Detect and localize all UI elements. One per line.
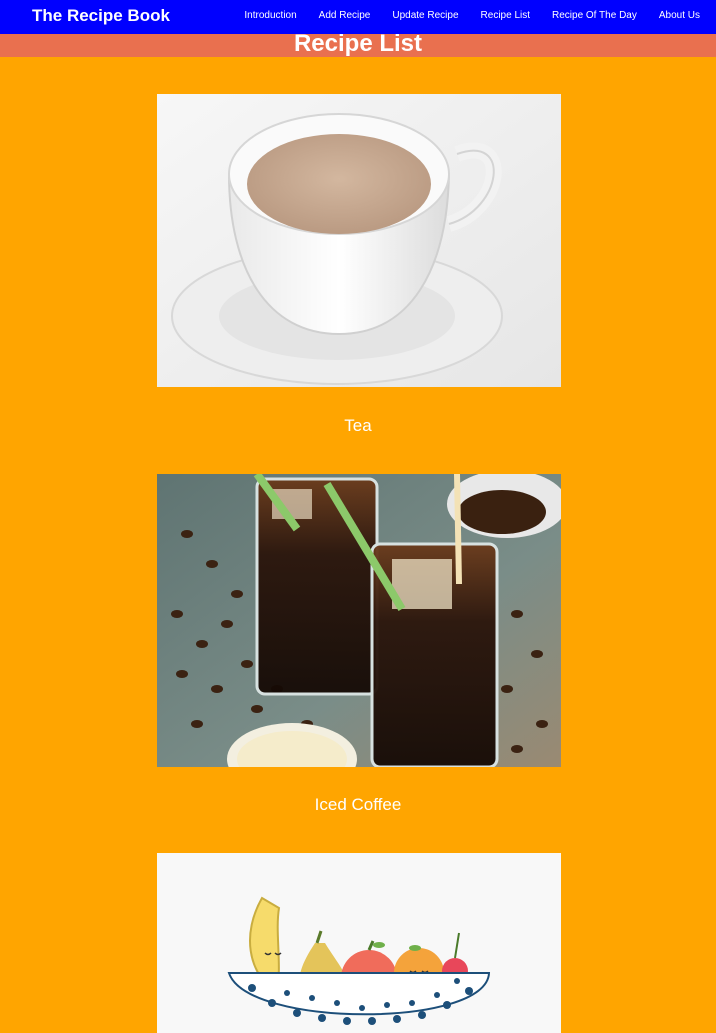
tea-cup-photo	[157, 94, 561, 387]
nav-links: Introduction Add Recipe Update Recipe Re…	[244, 9, 700, 23]
brand-title[interactable]: The Recipe Book	[32, 5, 170, 27]
recipe-name-iced-coffee[interactable]: Iced Coffee	[0, 794, 716, 816]
recipe-image-fruit-bowl[interactable]	[157, 853, 561, 1033]
nav-link-introduction[interactable]: Introduction	[244, 9, 296, 23]
fruit-bowl-illustration	[157, 853, 561, 1033]
recipe-name-tea[interactable]: Tea	[0, 415, 716, 437]
nav-link-recipe-list[interactable]: Recipe List	[481, 9, 530, 23]
nav-link-recipe-of-the-day[interactable]: Recipe Of The Day	[552, 9, 637, 23]
nav-link-update-recipe[interactable]: Update Recipe	[392, 9, 458, 23]
page-title: Recipe List	[293, 34, 423, 57]
nav-link-about-us[interactable]: About Us	[659, 9, 700, 23]
iced-coffee-photo	[157, 474, 561, 767]
navbar: The Recipe Book Introduction Add Recipe …	[0, 0, 716, 34]
recipe-image-tea[interactable]	[157, 94, 561, 387]
nav-link-add-recipe[interactable]: Add Recipe	[319, 9, 371, 23]
recipe-image-iced-coffee[interactable]	[157, 474, 561, 767]
title-bar: Recipe List	[0, 34, 716, 57]
